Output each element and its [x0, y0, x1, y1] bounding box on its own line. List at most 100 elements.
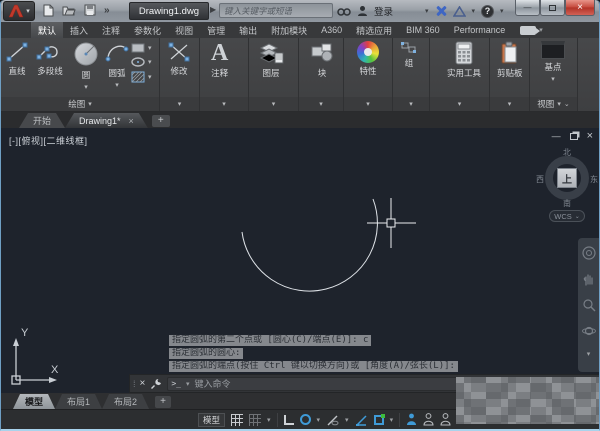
rectangle-icon [131, 43, 145, 53]
command-recent-caret-icon[interactable]: ▾ [186, 380, 190, 388]
drawing-canvas[interactable]: [-][俯视][二维线框] — × 北 南 西 东 上 WCS ⌄ ▾ [1, 128, 599, 393]
help-icon[interactable]: ? [481, 5, 494, 18]
modify-panel-label[interactable]: ▾ [160, 97, 199, 111]
ribbon-tab-performance[interactable]: Performance [447, 22, 513, 38]
object-snap-tracking-toggle-icon[interactable] [355, 414, 368, 426]
tab-layout1[interactable]: 布局1 [55, 394, 102, 409]
ribbon-tab-output[interactable]: 输出 [232, 22, 264, 38]
group-button[interactable]: 组 [401, 41, 417, 69]
annotation-panel-label[interactable]: ▾ [200, 97, 248, 111]
clipboard-button[interactable]: 剪贴板 [497, 41, 523, 79]
object-snap-toggle-icon[interactable] [374, 415, 384, 425]
signin-caret-icon[interactable]: ▾ [425, 7, 429, 15]
annotate-button[interactable]: A 注释 [211, 41, 228, 79]
ribbon-tab-addins[interactable]: 附加模块 [264, 22, 314, 38]
hatch-dropdown-icon[interactable]: ▾ [148, 73, 152, 81]
ribbon-display-toggle[interactable]: ▾ [520, 22, 543, 38]
utilities-panel-caret-icon: ▾ [458, 100, 462, 108]
save-icon[interactable] [83, 3, 97, 17]
doc-title-arrow-icon[interactable]: ▶ [210, 5, 216, 14]
circle-dropdown-icon[interactable]: ▾ [84, 83, 88, 91]
command-customize-wrench-icon[interactable] [150, 378, 162, 390]
snap-dropdown-icon[interactable]: ▾ [267, 416, 271, 424]
ribbon-tab-bim360[interactable]: BIM 360 [399, 22, 447, 38]
polyline-button[interactable]: 多段线 [35, 41, 65, 77]
view-panel-label[interactable]: 视图 ▾ ⌄ [530, 97, 577, 111]
search-binoculars-icon[interactable] [337, 6, 351, 17]
basepoint-button[interactable]: 基点 ▾ [541, 41, 565, 83]
panel-modify: 修改 ▾ [160, 38, 200, 111]
rectangle-tool[interactable]: ▾ [131, 43, 152, 53]
rectangle-dropdown-icon[interactable]: ▾ [148, 44, 152, 52]
file-tab-drawing1[interactable]: Drawing1* × [65, 113, 148, 128]
infocenter-search-input[interactable]: 键入关键字或短语 [219, 3, 333, 18]
ribbon-tab-insert[interactable]: 插入 [63, 22, 95, 38]
new-layout-button[interactable]: + [155, 396, 171, 408]
command-close-icon[interactable]: × [140, 378, 146, 389]
annotation-scale-icon[interactable] [440, 413, 451, 426]
statusbar-separator [277, 413, 278, 427]
layers-button[interactable]: 图层 [258, 41, 284, 79]
model-space-toggle[interactable]: 模型 [198, 413, 225, 427]
ribbon-tab-default[interactable]: 默认 [31, 22, 63, 38]
command-grip-handle[interactable]: ⁞ [133, 379, 135, 389]
utilities-panel-label[interactable]: ▾ [430, 97, 489, 111]
hatch-tool[interactable]: ▾ [131, 71, 152, 83]
ellipse-tool[interactable]: ▾ [131, 57, 152, 67]
minimize-button[interactable]: — [515, 0, 540, 16]
qat-overflow-icon[interactable]: » [104, 5, 110, 16]
exchange-apps-icon[interactable] [435, 5, 447, 17]
ribbon-tab-a360[interactable]: A360 [314, 22, 349, 38]
annotation-visibility-icon[interactable] [406, 413, 417, 426]
group-panel-label[interactable]: ▾ [393, 97, 429, 111]
modify-button[interactable]: 修改 [167, 41, 191, 77]
close-button[interactable]: × [565, 0, 595, 16]
ribbon-tab-view[interactable]: 视图 [168, 22, 200, 38]
a360-caret-icon[interactable]: ▾ [472, 7, 476, 15]
drawing-tab-close-icon[interactable]: × [129, 116, 134, 126]
arc-dropdown-icon[interactable]: ▾ [115, 81, 119, 89]
utilities-button[interactable]: 实用工具 [447, 41, 481, 79]
polar-tracking-toggle-icon[interactable] [300, 414, 311, 425]
circle-button[interactable]: 圆 ▾ [73, 41, 99, 91]
tab-layout2[interactable]: 布局2 [102, 394, 149, 409]
snap-mode-toggle-icon[interactable] [249, 414, 261, 426]
properties-panel-label[interactable]: ▾ [344, 97, 392, 111]
layers-panel-label[interactable]: ▾ [249, 97, 298, 111]
arc-button[interactable]: 圆弧 ▾ [104, 41, 130, 89]
ellipse-dropdown-icon[interactable]: ▾ [148, 58, 152, 66]
help-caret-icon[interactable]: ▾ [500, 7, 504, 15]
osnap-dropdown-icon[interactable]: ▾ [390, 416, 394, 424]
properties-button[interactable]: 特性 [357, 41, 379, 77]
new-drawing-tab-button[interactable]: + [152, 115, 170, 127]
isodraft-dropdown-icon[interactable]: ▾ [345, 416, 349, 424]
ribbon-tab-manage[interactable]: 管理 [200, 22, 232, 38]
grid-display-toggle-icon[interactable] [231, 414, 243, 426]
ribbon-tab-featured-apps[interactable]: 精选应用 [349, 22, 399, 38]
open-file-icon[interactable] [62, 3, 76, 17]
line-button[interactable]: 直线 [5, 41, 29, 77]
infocenter-bar: 登录 ▾ ▾ ? ▾ [337, 2, 504, 20]
ellipse-icon [131, 57, 145, 67]
clipboard-panel-label[interactable]: ▾ [490, 97, 529, 111]
modify-panel-caret-icon: ▾ [178, 100, 182, 108]
ribbon-tab-annotate[interactable]: 注释 [95, 22, 127, 38]
ribbon-tab-parametric[interactable]: 参数化 [127, 22, 168, 38]
block-button[interactable]: 块 [309, 41, 335, 79]
sign-in-label[interactable]: 登录 [374, 4, 393, 18]
panel-group: 组 ▾ [393, 38, 430, 111]
polar-dropdown-icon[interactable]: ▾ [317, 416, 321, 424]
maximize-button[interactable] [540, 0, 565, 16]
autoscale-annotation-icon[interactable] [423, 413, 434, 426]
block-panel-label[interactable]: ▾ [299, 97, 343, 111]
isodraft-toggle-icon[interactable] [326, 414, 339, 426]
new-file-icon[interactable] [41, 3, 55, 17]
application-menu-button[interactable]: ▾ [3, 1, 35, 21]
draw-panel-label[interactable]: 绘图 ▾ [1, 97, 159, 111]
color-wheel-icon [357, 41, 379, 63]
file-tab-start[interactable]: 开始 [19, 113, 65, 128]
ortho-mode-toggle-icon[interactable] [284, 415, 294, 425]
tab-model[interactable]: 模型 [13, 394, 55, 409]
basepoint-caret-icon[interactable]: ▾ [551, 75, 555, 83]
autodesk-a360-icon[interactable] [453, 6, 466, 17]
